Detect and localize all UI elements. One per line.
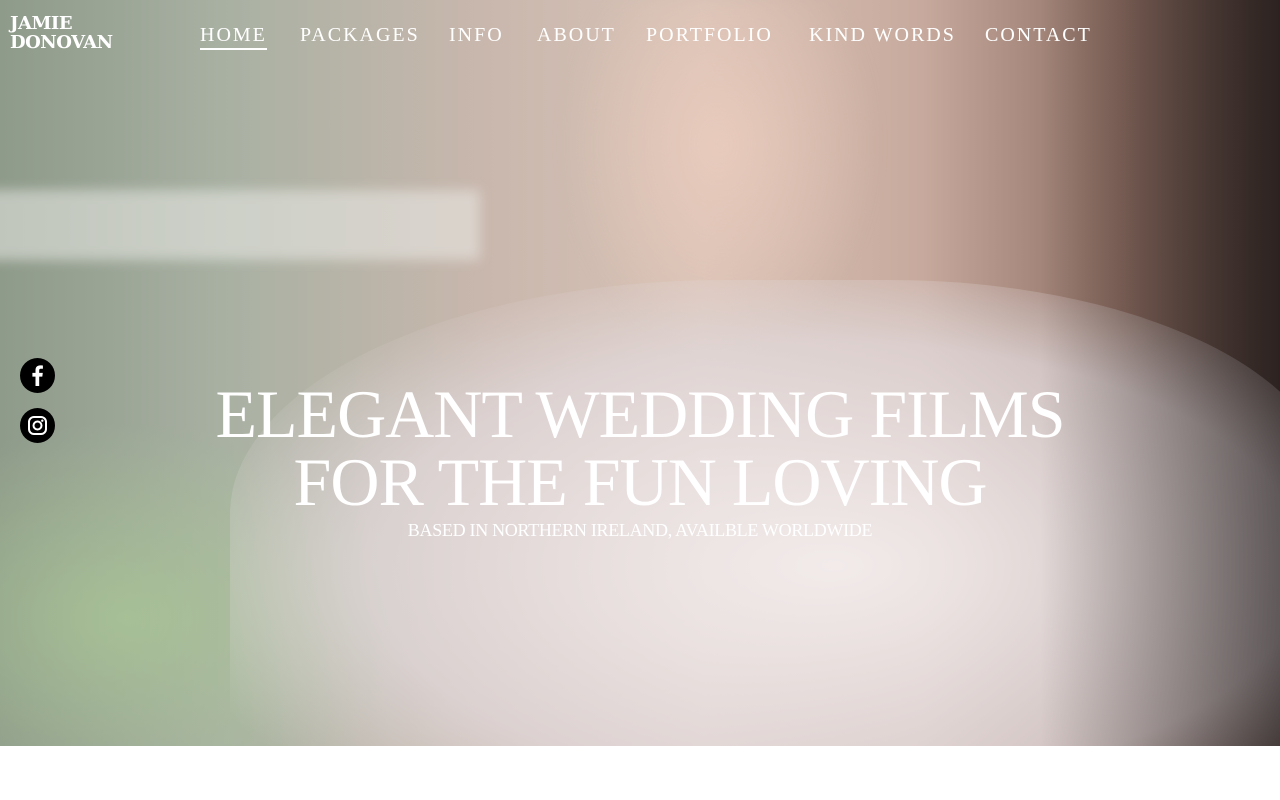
hero-background <box>0 0 1280 746</box>
nav-kind-words[interactable]: KIND WORDS <box>809 22 956 48</box>
facebook-link[interactable] <box>20 358 55 393</box>
shadow-edge <box>1040 0 1280 746</box>
main-nav: HOME PACKAGES INFO ABOUT PORTFOLIO KIND … <box>0 22 1280 52</box>
nav-home[interactable]: HOME <box>200 22 267 50</box>
hero-title-line-2: FOR THE FUN LOVING <box>293 444 988 520</box>
nav-info[interactable]: INFO <box>449 22 504 48</box>
window-highlight <box>0 190 480 260</box>
hero-title-line-1: ELEGANT WEDDING FILMS <box>215 376 1065 452</box>
nav-portfolio[interactable]: PORTFOLIO <box>646 22 773 48</box>
hero-subtitle: BASED IN NORTHERN IRELAND, AVAILBLE WORL… <box>407 520 873 540</box>
facebook-icon <box>32 365 43 386</box>
nav-packages[interactable]: PACKAGES <box>300 22 420 48</box>
instagram-link[interactable] <box>20 408 55 443</box>
instagram-icon <box>28 416 47 435</box>
nav-about[interactable]: ABOUT <box>537 22 616 48</box>
nav-contact[interactable]: CONTACT <box>985 22 1092 48</box>
